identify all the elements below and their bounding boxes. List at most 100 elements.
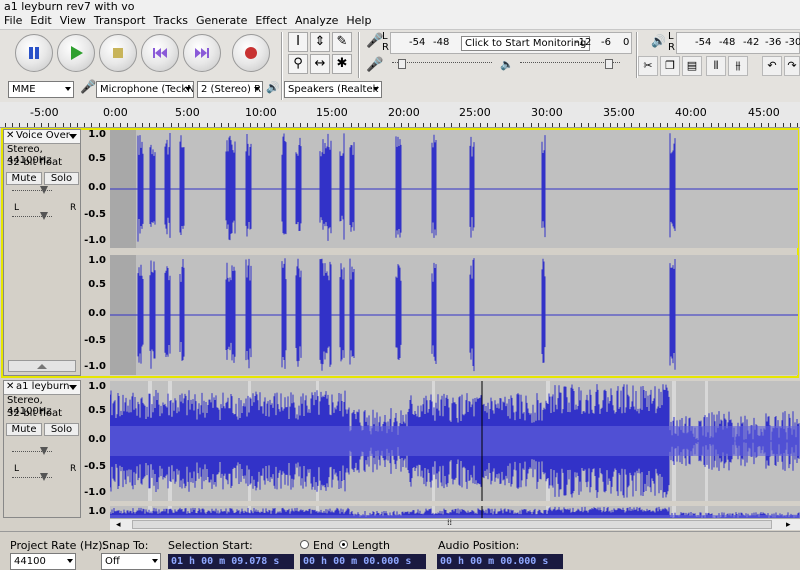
undo-button[interactable]: ↶ xyxy=(762,56,782,76)
envelope-tool[interactable]: ⇕ xyxy=(310,32,330,52)
menu-analyze[interactable]: Analyze xyxy=(291,13,342,29)
ruler-tick xyxy=(372,123,373,127)
voice-over-waveform-left[interactable] xyxy=(110,130,798,248)
start-monitoring-tooltip[interactable]: Click to Start Monitoring xyxy=(461,36,591,51)
length-radio[interactable] xyxy=(339,540,348,549)
close-track-icon[interactable]: ✕ xyxy=(6,381,14,393)
snap-to-select[interactable]: Off xyxy=(101,553,161,570)
voice-over-track-control[interactable]: ✕ Voice Over Stereo, 44100Hz 32-bit floa… xyxy=(3,129,81,376)
input-volume-slider[interactable] xyxy=(392,59,492,71)
redo-button[interactable]: ↷ xyxy=(784,56,800,76)
mute-button[interactable]: Mute xyxy=(6,423,42,436)
ruler-tick xyxy=(120,123,121,127)
gain-slider-thumb[interactable] xyxy=(40,186,48,194)
output-volume-slider[interactable] xyxy=(520,59,620,71)
selection-start-time[interactable]: 01 h 00 m 09.078 s xyxy=(168,554,294,569)
ruler-label: 45:00 xyxy=(748,106,780,119)
input-channels-select[interactable]: 2 (Stereo) R xyxy=(197,81,263,98)
menu-tracks[interactable]: Tracks xyxy=(149,13,192,29)
skip-to-start-button[interactable] xyxy=(141,34,179,72)
selection-length-time[interactable]: 00 h 00 m 00.000 s xyxy=(300,554,426,569)
audio-host-select[interactable]: MME xyxy=(8,81,74,98)
selection-toolbar: Project Rate (Hz): 44100 Snap To: Off Se… xyxy=(0,531,800,570)
record-meter[interactable]: -54 -48 Click to Start Monitoring -12 -6… xyxy=(390,32,632,54)
ruler-tick xyxy=(41,123,42,127)
time-shift-tool[interactable]: ↔ xyxy=(310,54,330,74)
scroll-right-icon[interactable]: ▸ xyxy=(786,520,791,530)
meter-l-label: L xyxy=(382,31,388,42)
output-volume-thumb[interactable] xyxy=(605,59,613,69)
rec-meter-tick: -48 xyxy=(433,37,450,48)
close-track-icon[interactable]: ✕ xyxy=(6,130,14,142)
menu-edit[interactable]: Edit xyxy=(26,13,55,29)
ruler-tick xyxy=(617,123,618,127)
menu-view[interactable]: View xyxy=(56,13,90,29)
input-volume-thumb[interactable] xyxy=(398,59,406,69)
playback-meter[interactable]: -54 -48 -42 -36 -30 xyxy=(676,32,800,54)
play-button[interactable] xyxy=(57,34,95,72)
project-rate-select[interactable]: 44100 xyxy=(10,553,76,570)
horizontal-scrollbar[interactable]: ◂ ⁞⁞ ▸ xyxy=(110,518,800,530)
menu-generate[interactable]: Generate xyxy=(192,13,251,29)
mic-meter-icon[interactable]: 🎤 xyxy=(366,33,383,49)
output-device-select[interactable]: Speakers (Realtek H xyxy=(284,81,382,98)
track-name-bar[interactable]: ✕ Voice Over xyxy=(4,130,80,144)
speaker-meter-icon[interactable]: 🔊 xyxy=(651,34,666,48)
pan-left-label: L xyxy=(14,464,20,474)
skip-to-end-button[interactable] xyxy=(183,34,221,72)
a1-leyburn-track-control[interactable]: ✕ a1 leyburn Stereo, 44100Hz 32-bit floa… xyxy=(3,380,81,518)
track-name-bar[interactable]: ✕ a1 leyburn xyxy=(4,381,80,395)
zoom-tool[interactable]: ⚲ xyxy=(288,54,308,74)
chevron-down-icon xyxy=(152,559,158,563)
copy-button[interactable]: ❐ xyxy=(660,56,680,76)
waveform-rms-band xyxy=(110,426,800,456)
ruler-tick xyxy=(250,123,251,127)
trim-button[interactable]: ⫴ xyxy=(706,56,726,76)
selection-tool[interactable]: I xyxy=(288,32,308,52)
menu-help[interactable]: Help xyxy=(342,13,375,29)
ruler-tick xyxy=(588,123,589,127)
cut-button[interactable]: ✂ xyxy=(638,56,658,76)
paste-button[interactable]: ▤ xyxy=(682,56,702,76)
solo-button[interactable]: Solo xyxy=(44,423,79,436)
scale-label: 1.0 xyxy=(88,506,106,517)
pan-slider-thumb[interactable] xyxy=(40,212,48,220)
a1-leyburn-waveform-right-svg xyxy=(110,506,800,518)
ruler-tick xyxy=(156,123,157,127)
menu-effect[interactable]: Effect xyxy=(251,13,291,29)
end-radio[interactable] xyxy=(300,540,309,549)
chevron-down-icon[interactable] xyxy=(69,134,77,139)
gain-slider-thumb[interactable] xyxy=(40,447,48,455)
collapse-track-button[interactable] xyxy=(8,360,76,372)
ruler-tick xyxy=(365,123,366,127)
menu-transport[interactable]: Transport xyxy=(90,13,150,29)
timeline-ruler[interactable]: -5:00 0:00 5:00 10:00 15:00 20:00 25:00 … xyxy=(0,102,800,128)
a1-leyburn-waveform-right[interactable] xyxy=(110,506,800,518)
ruler-tick xyxy=(286,123,287,127)
ruler-tick xyxy=(761,123,762,127)
copy-icon: ❐ xyxy=(665,59,675,72)
output-device-value: Speakers (Realtek H xyxy=(288,84,382,95)
voice-over-waveform-right[interactable] xyxy=(110,255,798,375)
stop-button[interactable] xyxy=(99,34,137,72)
selection-start-label: Selection Start: xyxy=(168,539,253,552)
audio-position-time[interactable]: 00 h 00 m 00.000 s xyxy=(437,554,563,569)
scroll-left-icon[interactable]: ◂ xyxy=(116,520,121,530)
input-device-select[interactable]: Microphone (TeckNe xyxy=(96,81,194,98)
multi-tool[interactable]: ✱ xyxy=(332,54,352,74)
chevron-down-icon[interactable] xyxy=(69,385,77,390)
ruler-tick xyxy=(257,123,258,127)
ruler-tick xyxy=(221,123,222,127)
rec-meter-tick: -12 xyxy=(575,37,592,48)
silence-button[interactable]: ⫵ xyxy=(728,56,748,76)
mute-button[interactable]: Mute xyxy=(6,172,42,185)
draw-tool[interactable]: ✎ xyxy=(332,32,352,52)
menu-file[interactable]: File xyxy=(0,13,26,29)
record-button[interactable] xyxy=(232,34,270,72)
solo-button[interactable]: Solo xyxy=(44,172,79,185)
pause-button[interactable] xyxy=(15,34,53,72)
pan-slider-thumb[interactable] xyxy=(40,473,48,481)
ruler-tick xyxy=(394,123,395,127)
scrollbar-thumb[interactable]: ⁞⁞ xyxy=(132,518,772,529)
a1-leyburn-waveform-left[interactable] xyxy=(110,381,800,501)
